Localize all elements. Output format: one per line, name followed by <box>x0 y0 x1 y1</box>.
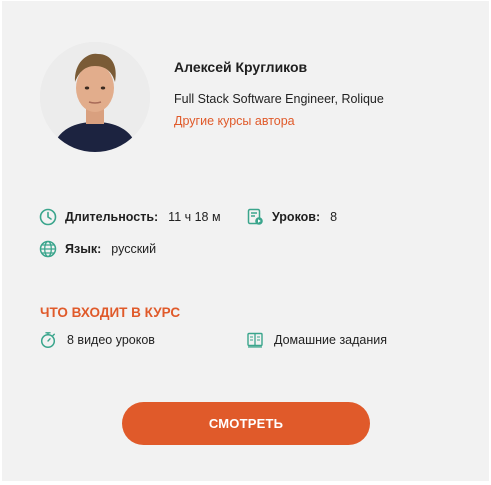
author-role: Full Stack Software Engineer, Rolique <box>174 92 384 106</box>
includes-item-video: 8 видео уроков <box>39 331 155 349</box>
includes-item-homework: Домашние задания <box>246 331 387 349</box>
duration-label: Длительность: <box>65 210 159 224</box>
globe-icon <box>39 240 57 258</box>
course-info-card: Алексей Кругликов Full Stack Software En… <box>2 1 489 481</box>
author-name: Алексей Кругликов <box>174 59 308 75</box>
stopwatch-icon <box>39 331 57 349</box>
duration-row: Длительность: 11 ч 18 м <box>39 208 221 226</box>
course-includes-title: ЧТО ВХОДИТ В КУРС <box>40 305 181 320</box>
duration-value: 11 ч 18 м <box>168 210 221 224</box>
language-row: Язык: русский <box>39 240 156 258</box>
lessons-value: 8 <box>330 210 338 224</box>
includes-item-label: 8 видео уроков <box>67 333 155 347</box>
author-avatar <box>40 42 150 152</box>
author-photo <box>40 42 150 152</box>
watch-button[interactable]: СМОТРЕТЬ <box>122 402 370 445</box>
language-label: Язык: <box>65 242 102 256</box>
language-value: русский <box>111 242 157 256</box>
homework-book-icon <box>246 331 264 349</box>
lessons-row: Уроков: 8 <box>246 208 337 226</box>
clock-icon <box>39 208 57 226</box>
other-courses-link[interactable]: Другие курсы автора <box>174 114 295 128</box>
lessons-icon <box>246 208 264 226</box>
lessons-label: Уроков: <box>272 210 321 224</box>
includes-item-label: Домашние задания <box>274 333 388 347</box>
